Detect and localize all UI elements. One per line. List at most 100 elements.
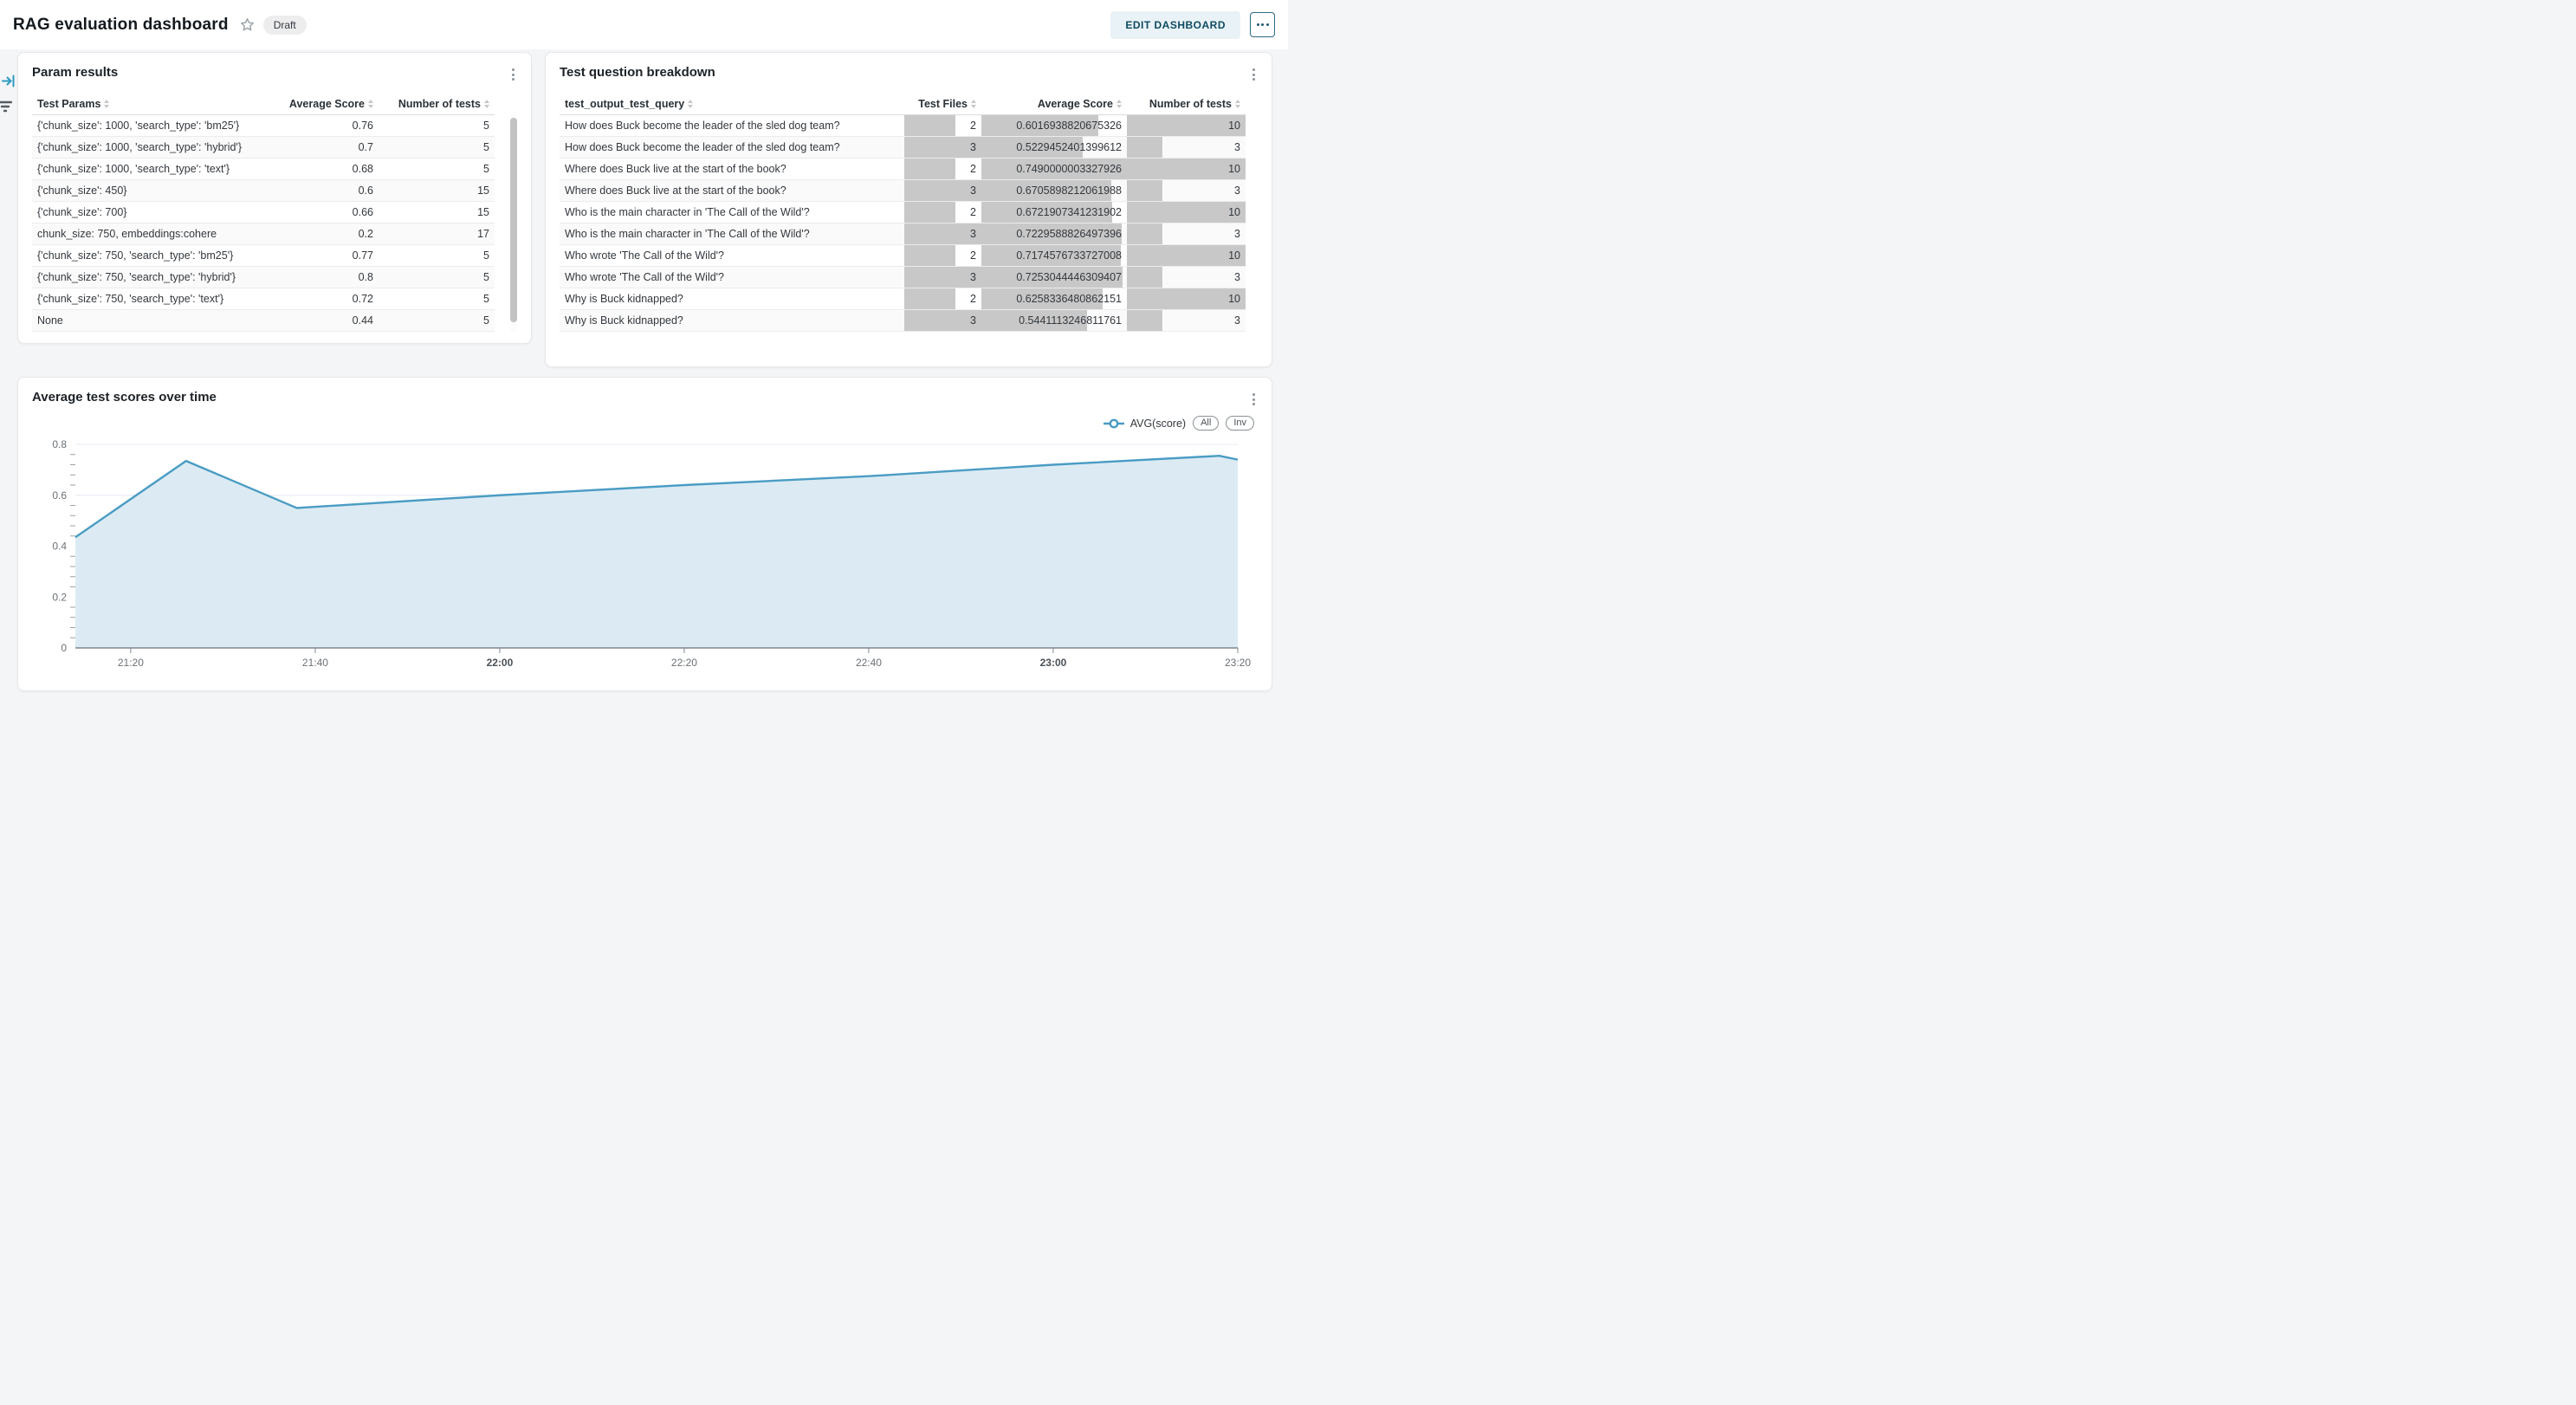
table-row[interactable]: {'chunk_size': 750, 'search_type': 'hybr… [32, 267, 495, 288]
card-title: Average test scores over time [32, 390, 217, 405]
table-row[interactable]: {'chunk_size': 750, 'search_type': 'text… [32, 288, 495, 310]
sort-icon[interactable] [368, 100, 373, 108]
table-row[interactable]: {'chunk_size': 700}0.6615 [32, 202, 495, 223]
page-title: RAG evaluation dashboard [13, 16, 229, 35]
cell-value: 3 [1234, 185, 1240, 197]
edit-dashboard-button[interactable]: EDIT DASHBOARD [1110, 11, 1240, 39]
cell-value: 0.8 [359, 271, 373, 283]
header-actions: EDIT DASHBOARD [1110, 11, 1275, 39]
cell-value: {'chunk_size': 1000, 'search_type': 'bm2… [37, 120, 239, 132]
cell-value: Why is Buck kidnapped? [565, 314, 683, 327]
numeric-cell: 3 [1127, 267, 1246, 288]
data-bar [904, 202, 955, 223]
param-results-card: Param results Test ParamsAverage ScoreNu… [17, 52, 532, 344]
column-header-label: Number of tests [1149, 98, 1232, 110]
cell-value: 5 [483, 314, 489, 327]
cell: 0.77 [276, 245, 379, 266]
y-axis-label: 0.4 [52, 541, 67, 553]
query-cell: Why is Buck kidnapped? [560, 293, 904, 305]
data-bar [904, 288, 955, 309]
cell-value: 0.7 [359, 141, 373, 153]
x-axis-label: 22:00 [487, 657, 514, 669]
sort-icon[interactable] [484, 100, 489, 108]
table-row[interactable]: How does Buck become the leader of the s… [560, 115, 1246, 137]
cell-value: 10 [1228, 249, 1240, 262]
column-header-1[interactable]: Average Score [276, 98, 379, 110]
table-row[interactable]: {'chunk_size': 450}0.615 [32, 180, 495, 202]
table-row[interactable]: None0.445 [32, 310, 495, 332]
numeric-cell: 10 [1127, 245, 1246, 266]
cell: chunk_size: 750, embeddings:cohere [32, 228, 276, 240]
table-row[interactable]: Where does Buck live at the start of the… [560, 180, 1246, 202]
x-axis-label: 22:20 [671, 657, 697, 669]
legend-series-label: AVG(score) [1130, 418, 1186, 430]
table-row[interactable]: Why is Buck kidnapped?20.625833648086215… [560, 288, 1246, 310]
card-menu-button[interactable] [1248, 390, 1259, 409]
cell-value: 3 [1234, 314, 1240, 327]
table-row[interactable]: Who is the main character in 'The Call o… [560, 223, 1246, 245]
table-row[interactable]: Why is Buck kidnapped?30.544111324681176… [560, 310, 1246, 332]
cell-value: 5 [483, 293, 489, 305]
numeric-cell: 3 [1127, 310, 1246, 331]
cell-value: 2 [970, 249, 976, 262]
table-row[interactable]: Who wrote 'The Call of the Wild'?20.7174… [560, 245, 1246, 267]
cell-value: 0.5229452401399612 [1016, 141, 1122, 153]
table-row[interactable]: How does Buck become the leader of the s… [560, 137, 1246, 159]
sort-icon[interactable] [1235, 100, 1240, 108]
scrollbar-thumb[interactable] [510, 118, 517, 322]
favorite-star-icon[interactable] [240, 17, 255, 32]
sort-icon[interactable] [1116, 100, 1122, 108]
cell-value: 5 [483, 141, 489, 153]
cell-value: 5 [483, 120, 489, 132]
column-header-2[interactable]: Average Score [981, 98, 1127, 110]
column-header-0[interactable]: test_output_test_query [560, 98, 904, 110]
numeric-cell: 3 [1127, 180, 1246, 201]
table-row[interactable]: Who is the main character in 'The Call o… [560, 202, 1246, 223]
column-header-1[interactable]: Test Files [904, 98, 981, 110]
table-row[interactable]: {'chunk_size': 750, 'search_type': 'bm25… [32, 245, 495, 267]
table-row[interactable]: {'chunk_size': 1000, 'search_type': 'tex… [32, 159, 495, 180]
query-cell: How does Buck become the leader of the s… [560, 141, 904, 153]
cell: {'chunk_size': 1000, 'search_type': 'bm2… [32, 120, 276, 132]
column-header-2[interactable]: Number of tests [379, 98, 495, 110]
header-overflow-menu-button[interactable] [1250, 12, 1275, 37]
column-header-0[interactable]: Test Params [32, 98, 276, 110]
table-scrollbar[interactable] [510, 115, 517, 332]
table-row[interactable]: {'chunk_size': 1000, 'search_type': 'bm2… [32, 115, 495, 137]
table-row[interactable]: Where does Buck live at the start of the… [560, 159, 1246, 180]
x-axis-label: 21:40 [302, 657, 328, 669]
cell: {'chunk_size': 750, 'search_type': 'text… [32, 293, 276, 305]
cell-value: {'chunk_size': 450} [37, 185, 126, 197]
y-axis-label: 0 [61, 642, 67, 654]
legend-item-avg-score[interactable]: AVG(score) [1104, 418, 1186, 430]
cell-value: 0.6705898212061988 [1016, 185, 1122, 197]
legend-all-button[interactable]: All [1193, 416, 1219, 431]
cell: 15 [379, 202, 495, 223]
cell-value: 0.76 [353, 120, 373, 132]
table-row[interactable]: chunk_size: 750, embeddings:cohere0.217 [32, 223, 495, 245]
numeric-cell: 0.6016938820675326 [981, 115, 1127, 136]
card-menu-button[interactable] [508, 65, 519, 84]
card-menu-button[interactable] [1248, 65, 1259, 84]
cell: 0.72 [276, 288, 379, 309]
cell-value: 0.77 [353, 249, 373, 262]
sort-icon[interactable] [104, 100, 109, 108]
cell-value: Who is the main character in 'The Call o… [565, 206, 810, 218]
data-bar [904, 115, 955, 136]
sort-icon[interactable] [971, 100, 976, 108]
cell-value: 10 [1228, 206, 1240, 218]
legend-inv-button[interactable]: Inv [1226, 416, 1254, 431]
data-bar [1127, 180, 1162, 201]
numeric-cell: 10 [1127, 288, 1246, 309]
table-row[interactable]: Who wrote 'The Call of the Wild'?30.7253… [560, 267, 1246, 288]
area-fill [75, 456, 1238, 648]
sort-icon[interactable] [688, 100, 693, 108]
column-header-label: test_output_test_query [565, 98, 684, 110]
table-row[interactable]: {'chunk_size': 1000, 'search_type': 'hyb… [32, 137, 495, 159]
column-header-3[interactable]: Number of tests [1127, 98, 1246, 110]
cell: 5 [379, 288, 495, 309]
area-chart[interactable]: 00.20.40.60.821:2021:4022:0022:2022:4023… [18, 438, 1272, 685]
column-header-label: Test Files [918, 98, 968, 110]
param-results-table: Test ParamsAverage ScoreNumber of tests {… [32, 93, 495, 332]
table-header-row: Test ParamsAverage ScoreNumber of tests [32, 93, 495, 115]
